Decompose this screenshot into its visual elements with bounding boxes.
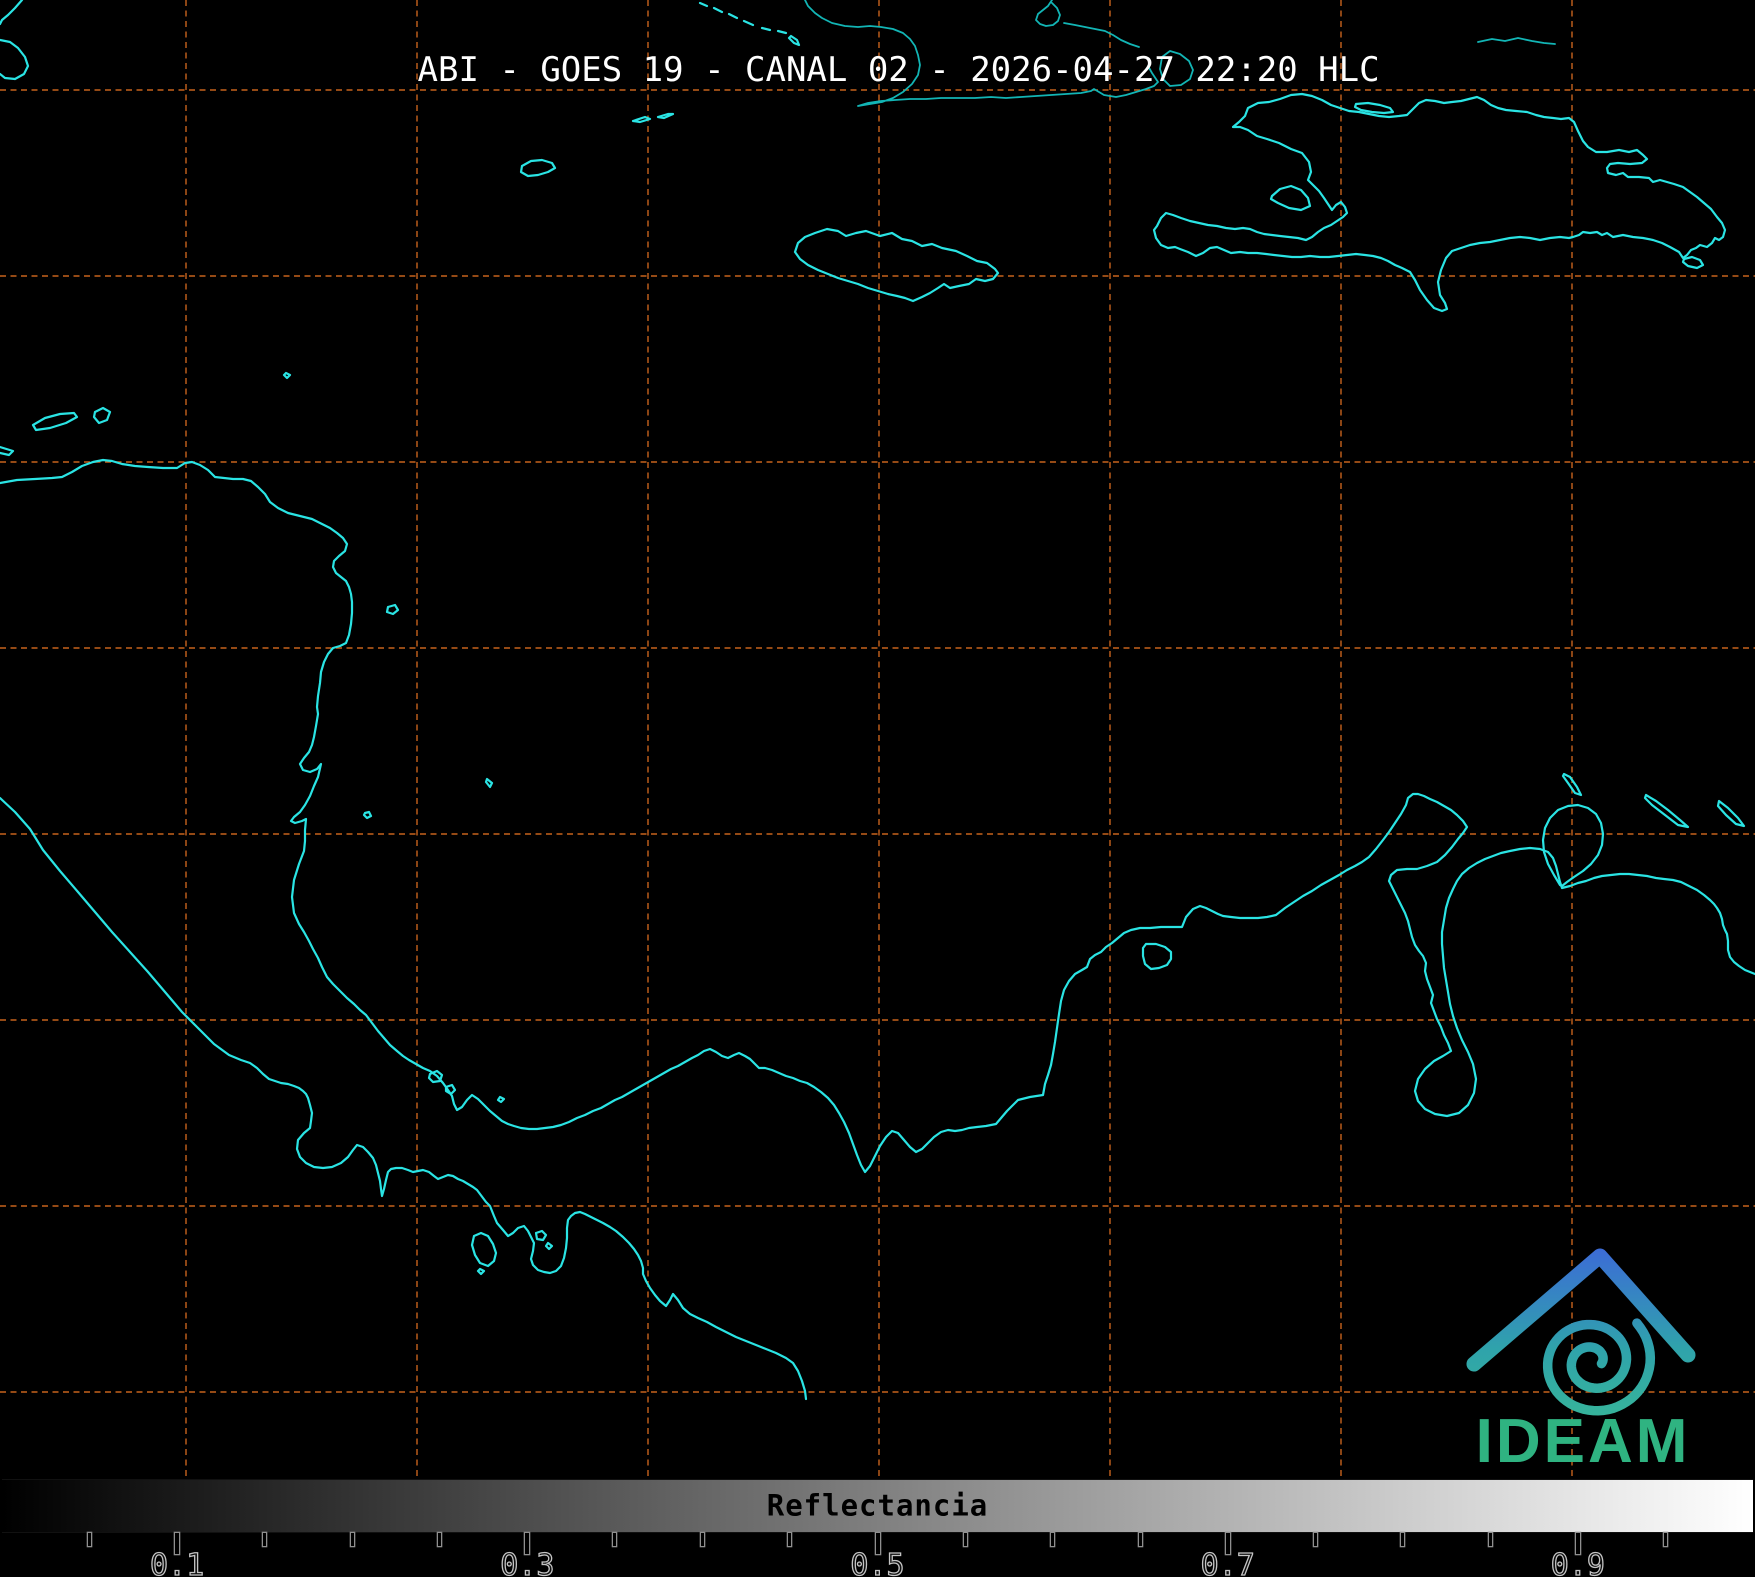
colorbar-minor-tick xyxy=(1401,1533,1405,1546)
coastline-jamaica xyxy=(793,227,1000,303)
coastline-central-america-caribbean xyxy=(0,458,1755,1174)
coastline-bocas-islets xyxy=(427,1069,506,1104)
satellite-image-viewer: IDEAM ABI - GOES 19 - CANAL 02 - 2026-04… xyxy=(0,0,1755,1577)
colorbar-tick-label: 0.3 xyxy=(500,1547,555,1577)
colorbar-tick-label: 0.5 xyxy=(850,1547,905,1577)
colorbar-minor-tick xyxy=(1313,1533,1317,1546)
coastlines-group xyxy=(0,0,1755,1401)
colorbar-minor-tick xyxy=(263,1533,267,1546)
colorbar-minor-tick xyxy=(88,1533,92,1546)
coastline-cuba-cays xyxy=(698,1,801,47)
coastline-aruba-curacao-bonaire xyxy=(1561,772,1746,829)
colorbar-minor-tick xyxy=(350,1533,354,1546)
coastline-small-caribbean-cays xyxy=(282,371,494,820)
colorbar-label: Reflectancia xyxy=(766,1488,989,1523)
ideam-logo-text: IDEAM xyxy=(1476,1407,1691,1476)
colorbar-minor-tick xyxy=(1138,1533,1142,1546)
coastline-cienaga-lagoon xyxy=(1141,942,1173,971)
coastline-bay-islands-honduras xyxy=(0,406,112,457)
colorbar-tick-label: 0.7 xyxy=(1200,1547,1255,1577)
coastline-hispaniola xyxy=(1152,92,1727,313)
ideam-logo: IDEAM xyxy=(1466,1248,1696,1476)
coastline-cayman-islands xyxy=(519,112,675,178)
coastline-northwest-corner-islets xyxy=(0,0,30,81)
image-title: ABI - GOES 19 - CANAL 02 - 2026-04-27 22… xyxy=(417,50,1380,90)
colorbar-minor-tick xyxy=(963,1533,967,1546)
colorbar-minor-tick xyxy=(438,1533,442,1546)
colorbar: Reflectancia xyxy=(2,1479,1753,1533)
ideam-hurricane-spiral-icon xyxy=(1542,1318,1656,1416)
coastline-pacific-central-america xyxy=(0,796,808,1401)
latlon-gridlines xyxy=(0,0,1755,1479)
coastline-gonave-island xyxy=(1269,184,1312,212)
colorbar-minor-tick xyxy=(788,1533,792,1546)
colorbar-tick-label: 0.1 xyxy=(149,1547,205,1577)
satellite-map: IDEAM xyxy=(0,0,1755,1479)
coastline-pearl-islets xyxy=(534,1229,554,1251)
coastline-paraguana-peninsula xyxy=(1541,803,1605,888)
colorbar-tick-label: 0.9 xyxy=(1550,1547,1605,1577)
colorbar-minor-tick xyxy=(1051,1533,1055,1546)
coastline-coiba-island xyxy=(470,1231,498,1276)
colorbar-minor-tick xyxy=(1663,1533,1667,1546)
colorbar-minor-tick xyxy=(700,1533,704,1546)
colorbar-minor-tick xyxy=(613,1533,617,1546)
coastline-saona-island xyxy=(1681,255,1705,270)
colorbar-minor-tick xyxy=(1488,1533,1492,1546)
